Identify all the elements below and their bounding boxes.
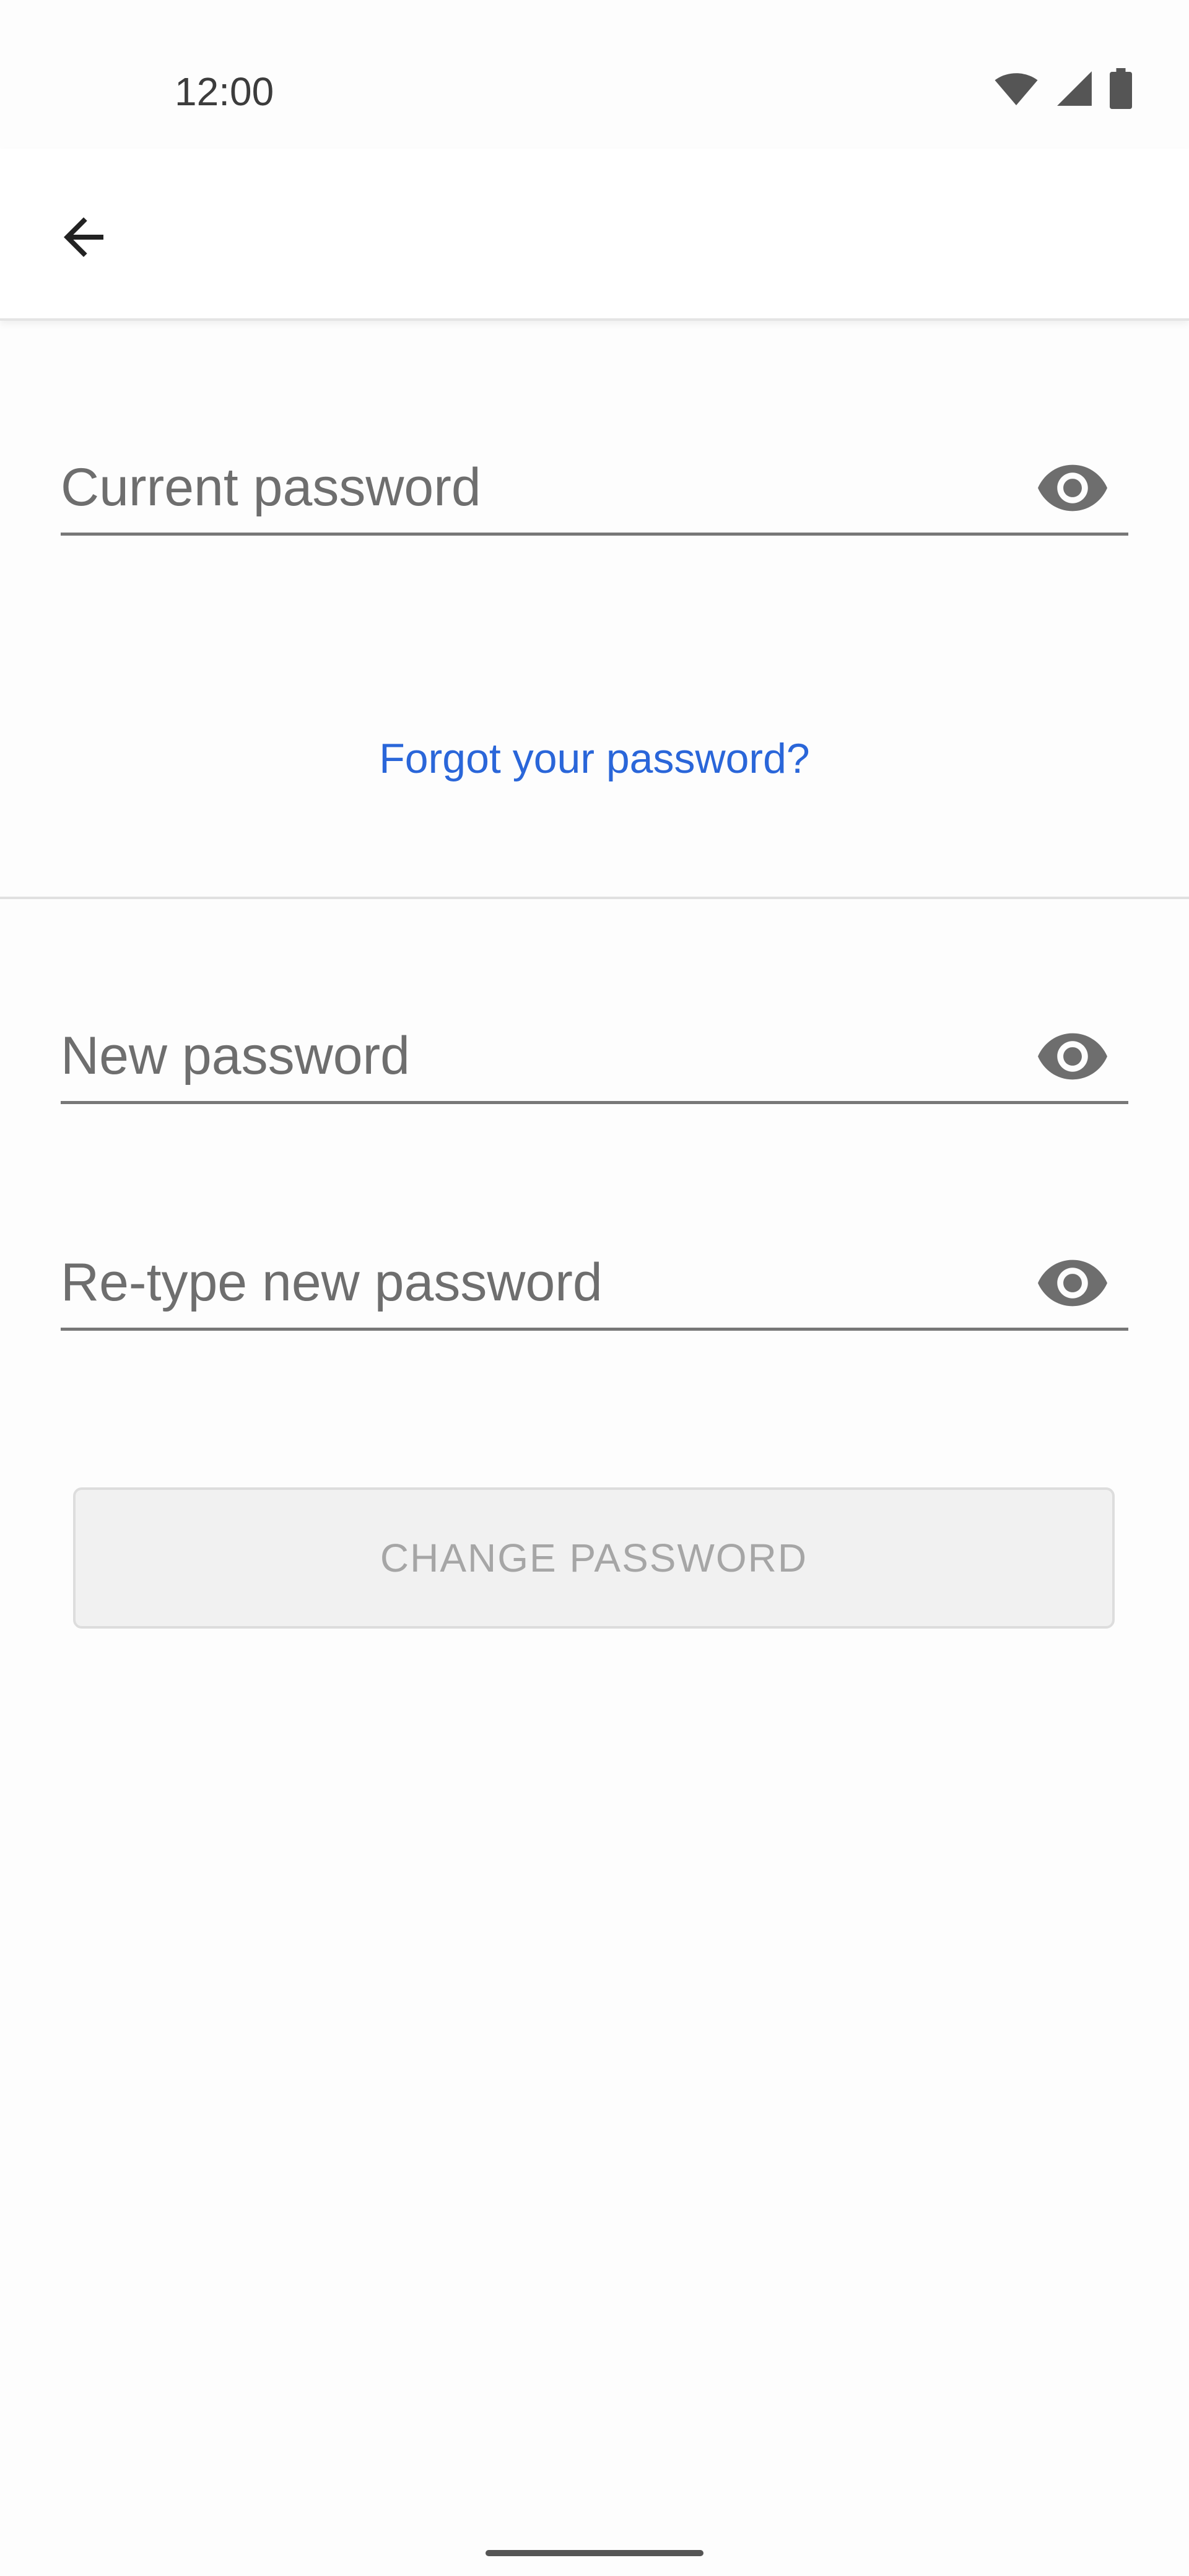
new-password-input[interactable]: [61, 1014, 990, 1098]
retype-password-input[interactable]: [61, 1241, 990, 1325]
new-password-field: [61, 1014, 1128, 1104]
retype-password-field: [61, 1241, 1128, 1331]
status-time: 12:00: [175, 69, 274, 114]
signal-icon: [1055, 69, 1094, 111]
current-password-input[interactable]: [61, 446, 990, 529]
arrow-back-icon: [54, 207, 113, 270]
retype-password-visibility-toggle[interactable]: [1035, 1253, 1110, 1315]
new-password-visibility-toggle[interactable]: [1035, 1027, 1110, 1089]
eye-icon: [1038, 1033, 1107, 1083]
back-button[interactable]: [37, 192, 130, 285]
wifi-icon: [993, 70, 1039, 110]
gesture-nav-handle[interactable]: [486, 2550, 703, 2556]
section-divider: [0, 897, 1189, 899]
change-password-button[interactable]: CHANGE PASSWORD: [73, 1487, 1115, 1629]
status-icons: [993, 67, 1132, 112]
current-password-field: [61, 446, 1128, 536]
status-bar: 12:00: [0, 0, 1189, 149]
current-password-visibility-toggle[interactable]: [1035, 458, 1110, 520]
app-bar: [0, 149, 1189, 321]
eye-icon: [1038, 1260, 1107, 1310]
eye-icon: [1038, 464, 1107, 515]
battery-icon: [1110, 67, 1132, 112]
forgot-password-link[interactable]: Forgot your password?: [0, 731, 1189, 786]
